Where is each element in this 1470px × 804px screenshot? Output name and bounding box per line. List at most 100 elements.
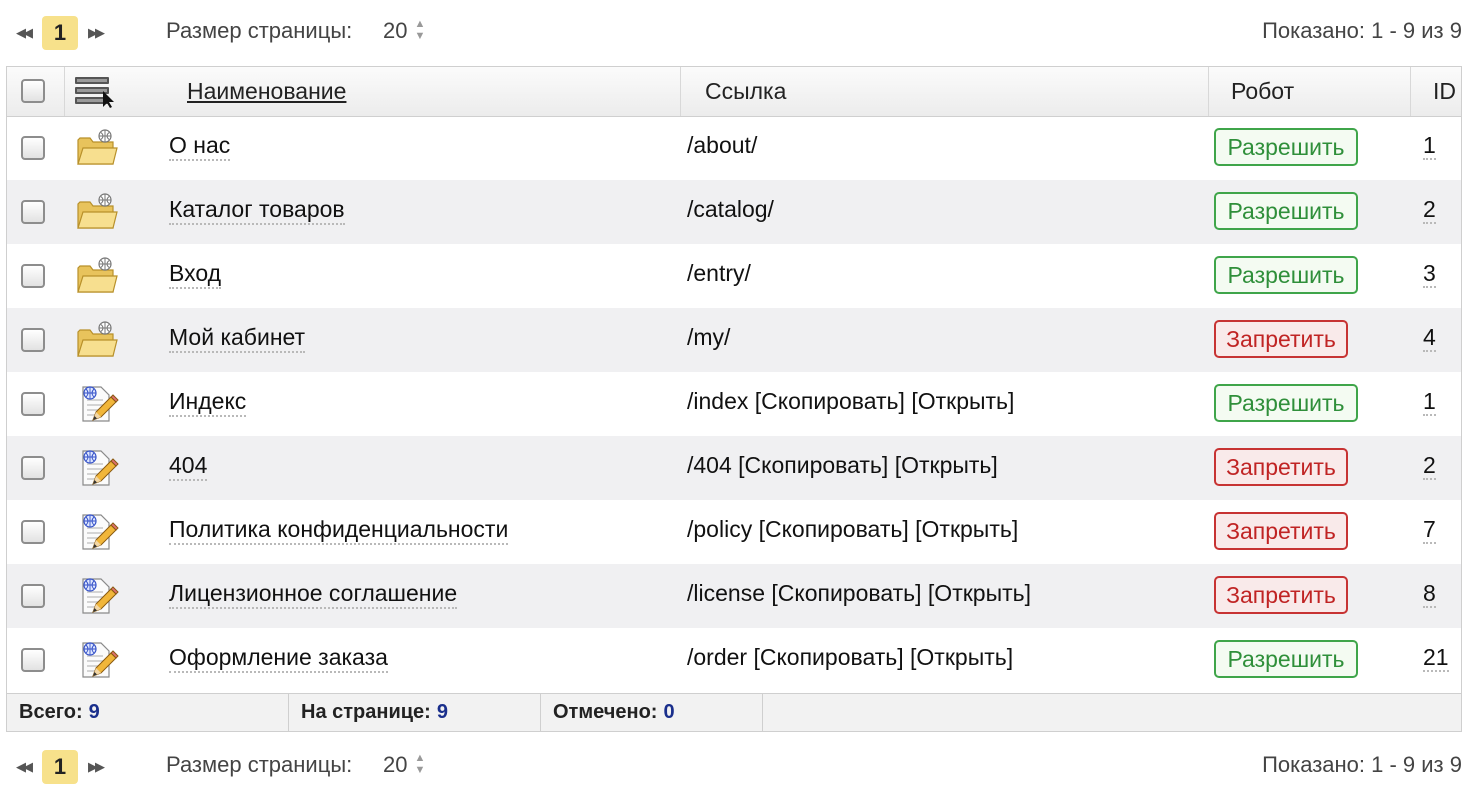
page-size-input[interactable]: 20 [383,752,407,778]
grid-footer: Всего: 9 На странице: 9 Отмечено: 0 [7,693,1461,731]
edit-page-icon [75,576,119,616]
prev-page-icon[interactable]: ◀◀ [12,756,34,778]
robot-toggle-button[interactable]: Запретить [1214,320,1348,358]
row-name[interactable]: 404 [169,452,208,481]
row-name[interactable]: Политика конфиденциальности [169,516,509,545]
page-size-spinner-icon[interactable]: ▲ ▼ [413,18,427,48]
row-id: 1 [1423,388,1436,416]
row-name[interactable]: О нас [169,132,231,161]
next-page-icon[interactable]: ▶▶ [84,22,106,44]
column-id-header: ID [1411,67,1461,116]
row-link-path: /entry/ [687,260,751,286]
row-checkbox[interactable] [21,648,45,672]
row-link: /about/ [687,132,757,159]
current-page-button[interactable]: 1 [42,750,78,784]
row-id: 4 [1423,324,1436,352]
row-link-path: /license [687,580,765,606]
next-page-icon[interactable]: ▶▶ [84,756,106,778]
page-size-input[interactable]: 20 [383,18,407,44]
column-link-header: Ссылка [681,67,1209,116]
row-checkbox[interactable] [21,520,45,544]
row-link: /404 [Скопировать] [Открыть] [687,452,998,479]
row-checkbox[interactable] [21,136,45,160]
row-checkbox[interactable] [21,392,45,416]
open-link[interactable]: [Открыть] [910,644,1013,670]
row-link: /license [Скопировать] [Открыть] [687,580,1031,607]
footer-total: Всего: 9 [7,694,289,731]
table-row[interactable]: Мой кабинет/my/Запретить 4 [7,308,1461,372]
row-name[interactable]: Вход [169,260,222,289]
table-row[interactable]: Политика конфиденциальности/policy [Скоп… [7,500,1461,564]
row-checkbox[interactable] [21,264,45,288]
edit-page-icon [75,448,119,488]
footer-on-page-value: 9 [436,701,448,723]
copy-link[interactable]: [Скопировать] [771,580,921,606]
row-name[interactable]: Каталог товаров [169,196,345,225]
page-size-label: Размер страницы: [166,752,353,777]
row-checkbox[interactable] [21,328,45,352]
shown-range-text: Показано: 1 - 9 из 9 [1262,752,1462,777]
pager-top: ◀◀ 1 ▶▶ Размер страницы: 20 ▲ ▼ Показано:… [0,8,1470,58]
copy-link[interactable]: [Скопировать] [753,644,903,670]
row-checkbox[interactable] [21,456,45,480]
robot-toggle-button[interactable]: Разрешить [1214,384,1358,422]
column-settings-icon[interactable] [73,75,117,109]
row-name[interactable]: Лицензионное соглашение [169,580,458,609]
open-link[interactable]: [Открыть] [915,516,1018,542]
row-id: 21 [1423,644,1449,672]
open-link[interactable]: [Открыть] [895,452,998,478]
open-link[interactable]: [Открыть] [928,580,1031,606]
prev-page-icon[interactable]: ◀◀ [12,22,34,44]
column-id-label: ID [1433,78,1456,104]
row-id: 7 [1423,516,1436,544]
robot-toggle-button[interactable]: Разрешить [1214,128,1358,166]
table-row[interactable]: О нас/about/Разрешить 1 [7,116,1461,180]
select-all-cell [7,67,65,116]
table-row[interactable]: Индекс/index [Скопировать] [Открыть] Разр… [7,372,1461,436]
open-link[interactable]: [Открыть] [911,388,1014,414]
select-all-checkbox[interactable] [21,79,45,103]
row-name[interactable]: Мой кабинет [169,324,306,353]
edit-page-icon [75,512,119,552]
current-page-button[interactable]: 1 [42,16,78,50]
footer-total-value: 9 [88,701,100,723]
row-link-path: /index [687,388,749,414]
row-id: 2 [1423,196,1436,224]
row-checkbox[interactable] [21,584,45,608]
page-size-label: Размер страницы: [166,18,353,43]
row-name[interactable]: Оформление заказа [169,644,388,673]
robot-toggle-button[interactable]: Разрешить [1214,640,1358,678]
row-checkbox[interactable] [21,200,45,224]
column-name-header[interactable]: Наименование [165,67,681,116]
table-row[interactable]: Лицензионное соглашение/license [Скопиро… [7,564,1461,628]
edit-page-icon [75,640,119,680]
column-name-label[interactable]: Наименование [187,78,346,105]
robot-toggle-button[interactable]: Запретить [1214,448,1348,486]
table-row[interactable]: 404/404 [Скопировать] [Открыть] Запретить… [7,436,1461,500]
pager-bottom: ◀◀ 1 ▶▶ Размер страницы: 20 ▲ ▼ Показано:… [0,742,1470,792]
row-link: /index [Скопировать] [Открыть] [687,388,1014,415]
table-row[interactable]: Оформление заказа/order [Скопировать] [О… [7,628,1461,692]
table-row[interactable]: Каталог товаров/catalog/Разрешить 2 [7,180,1461,244]
footer-total-label: Всего: [19,701,83,723]
row-link: /my/ [687,324,730,351]
footer-selected: Отмечено: 0 [541,694,763,731]
table-row[interactable]: Вход/entry/Разрешить 3 [7,244,1461,308]
page-size-spinner-icon[interactable]: ▲ ▼ [413,752,427,782]
copy-link[interactable]: [Скопировать] [738,452,888,478]
robot-toggle-button[interactable]: Запретить [1214,576,1348,614]
copy-link[interactable]: [Скопировать] [755,388,905,414]
robot-toggle-button[interactable]: Разрешить [1214,256,1358,294]
robot-toggle-button[interactable]: Запретить [1214,512,1348,550]
row-name[interactable]: Индекс [169,388,247,417]
row-link-path: /my/ [687,324,731,350]
robot-toggle-button[interactable]: Разрешить [1214,192,1358,230]
row-id: 8 [1423,580,1436,608]
copy-link[interactable]: [Скопировать] [759,516,909,542]
row-link-path: /404 [687,452,732,478]
settings-cell [65,67,165,116]
row-id: 1 [1423,132,1436,160]
row-link: /entry/ [687,260,751,287]
row-id: 3 [1423,260,1436,288]
folder-web-icon [75,128,119,168]
